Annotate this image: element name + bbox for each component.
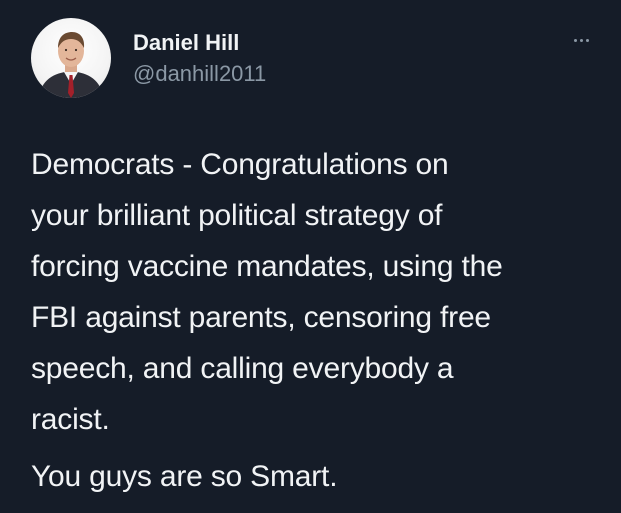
more-horizontal-icon-dot (579, 38, 583, 42)
more-options-button[interactable] (566, 30, 596, 50)
tweet-text-line: Democrats - Congratulations on (31, 148, 449, 181)
tweet-card: Daniel Hill @danhill2011 Democrats - Con… (0, 0, 621, 513)
author-display-name[interactable]: Daniel Hill (133, 30, 239, 56)
tweet-body: Democrats - Congratulations on your bril… (31, 139, 601, 445)
tweet-text-line: speech, and calling everybody a (31, 352, 454, 385)
avatar[interactable] (31, 18, 111, 98)
tweet-text-line: forcing vaccine mandates, using the (31, 250, 503, 283)
more-horizontal-icon-dot (585, 38, 589, 42)
author-handle[interactable]: @danhill2011 (133, 61, 266, 87)
more-horizontal-icon (573, 38, 577, 42)
tweet-text-line: your brilliant political strategy of (31, 199, 443, 232)
tweet-text-line: FBI against parents, censoring free (31, 301, 491, 334)
avatar-image (39, 32, 103, 98)
tweet-text-closing: You guys are so Smart. (31, 460, 338, 493)
tweet-text-line: racist. (31, 403, 110, 436)
